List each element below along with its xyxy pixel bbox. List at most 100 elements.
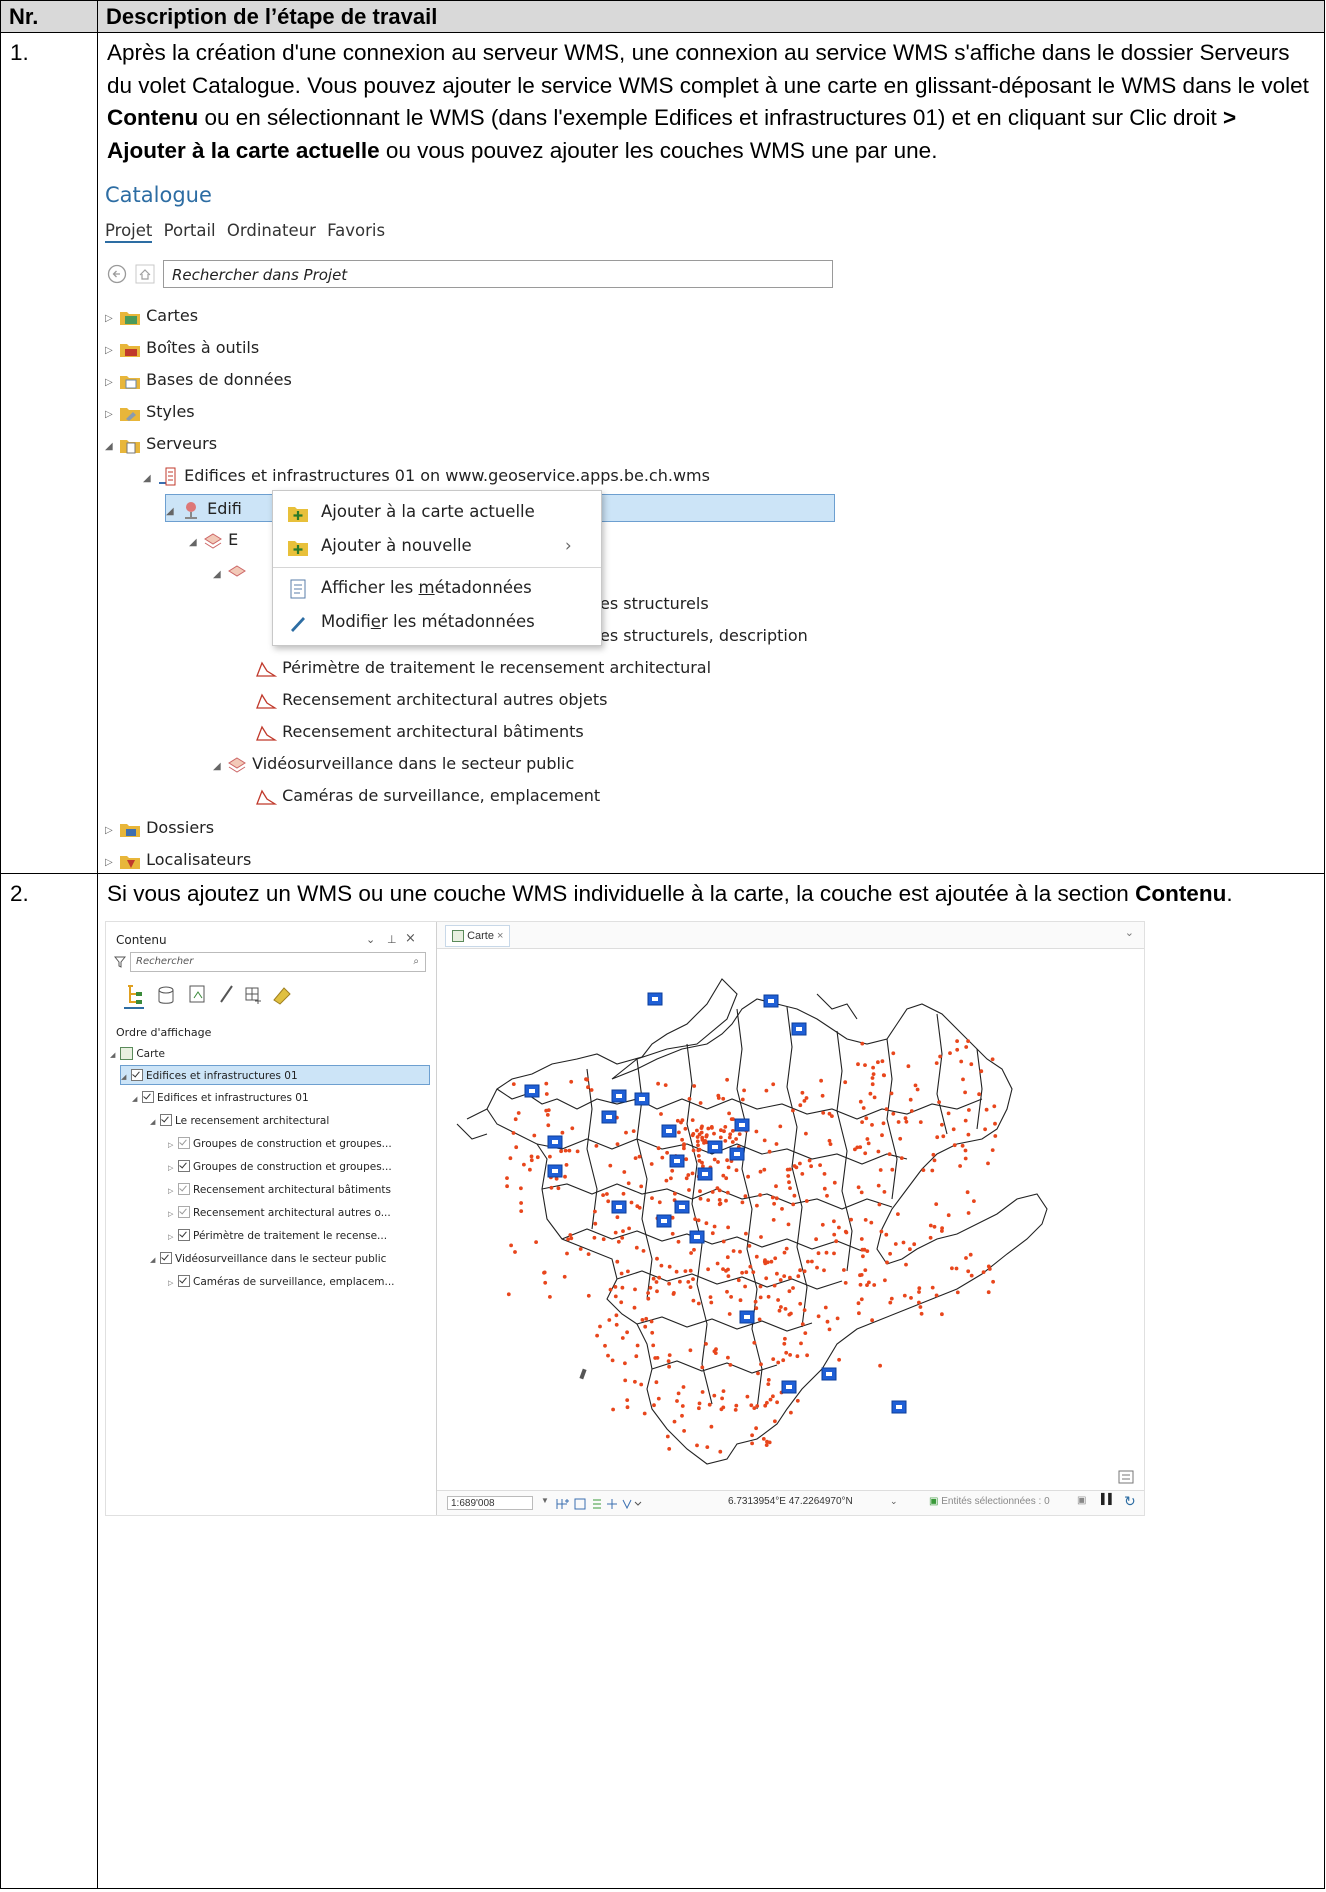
tab-ordinateur[interactable]: Ordinateur [227,221,316,240]
tree-item-wms-connection[interactable]: ◢ Edifices et infrastructures 01 on www.… [143,462,710,490]
tree-item-cameras[interactable]: Caméras de surveillance, emplacement [255,782,600,810]
layer-groupes-2[interactable]: ▷ Groupes de construction et groupes... [168,1157,392,1177]
expand-arrow-icon[interactable]: ▷ [168,1227,178,1247]
visibility-checkbox[interactable] [178,1182,190,1195]
layer-wms-sub[interactable]: ◢ Edifices et infrastructures 01 [132,1088,309,1108]
layer-groupes-1[interactable]: ▷ Groupes de construction et groupes... [168,1134,392,1154]
collapse-arrow-icon[interactable]: ◢ [189,529,203,557]
close-pane-icon[interactable]: × [405,929,416,949]
building-point [917,1285,922,1290]
filter-icon[interactable] [114,955,126,969]
menu-item-add-to-new[interactable]: Ajouter à nouvelle › [273,529,601,563]
building-point [724,1175,729,1180]
collapse-arrow-icon[interactable]: ◢ [166,498,180,526]
layer-cameras[interactable]: ▷ Caméras de surveillance, emplacem... [168,1272,395,1292]
layer-recensement[interactable]: ◢ Le recensement architectural [150,1111,329,1131]
expand-arrow-icon[interactable]: ▷ [168,1273,178,1293]
pane-options-icon[interactable]: ⌄ [366,930,375,950]
collapse-arrow-icon[interactable]: ◢ [213,561,227,589]
collapse-arrow-icon[interactable]: ◢ [132,1089,142,1109]
collapse-arrow-icon[interactable]: ◢ [105,433,119,461]
visibility-checkbox[interactable] [131,1068,143,1081]
step-content-cell: Si vous ajoutez un WMS ou une couche WMS… [97,873,1325,1889]
tree-item-databases[interactable]: ▷ Bases de données [105,366,292,394]
collapse-arrow-icon[interactable]: ◢ [150,1250,160,1270]
tree-item-autres-objets[interactable]: Recensement architectural autres objets [255,686,607,714]
catalogue-search-input[interactable]: Rechercher dans Projet [163,260,833,288]
layer-map[interactable]: ◢ Carte [110,1044,165,1064]
tree-item-styles[interactable]: ▷ Styles [105,398,195,426]
building-point [708,1294,713,1299]
back-icon[interactable] [107,264,127,284]
visibility-checkbox[interactable] [178,1136,190,1149]
tree-item-group[interactable]: ◢ [213,558,247,586]
contents-search-input[interactable]: Rechercher ⌕ [130,951,426,972]
map-overview-icon[interactable] [1118,1470,1134,1484]
menu-item-add-to-current-map[interactable]: Ajouter à la carte actuelle [273,495,601,529]
tree-item-batiments[interactable]: Recensement architectural bâtiments [255,718,584,746]
menu-item-view-metadata[interactable]: Afficher les métadonnées [273,571,601,605]
visibility-checkbox[interactable] [178,1205,190,1218]
visibility-checkbox[interactable] [160,1113,172,1126]
expand-arrow-icon[interactable]: ▷ [168,1204,178,1224]
building-point [878,1363,882,1368]
building-point [753,1299,758,1304]
tab-portail[interactable]: Portail [164,221,216,240]
refresh-selection-icon[interactable]: ▣ [1077,1495,1086,1506]
visibility-checkbox[interactable] [142,1090,154,1103]
pin-icon[interactable]: ⊥ [387,930,397,950]
scale-dropdown-icon[interactable]: ▼ [541,1496,549,1505]
map-view[interactable] [437,949,1144,1489]
visibility-checkbox[interactable] [178,1228,190,1241]
tree-item-dossiers[interactable]: ▷ Dossiers [105,814,214,842]
collapse-arrow-icon[interactable]: ◢ [143,465,157,493]
tree-item-layer-partial-1[interactable]: es structurels [600,590,709,618]
tree-item-sublayer[interactable]: ◢ E [189,526,238,554]
pause-drawing-icon[interactable]: ▌▌ [1101,1494,1115,1505]
layer-batiments[interactable]: ▷ Recensement architectural bâtiments [168,1180,391,1200]
visibility-checkbox[interactable] [178,1274,190,1287]
layer-wms-selected[interactable]: ◢ Edifices et infrastructures 01 [120,1064,430,1087]
expand-arrow-icon[interactable]: ▷ [105,337,119,365]
tab-projet[interactable]: Projet [105,221,153,243]
menu-item-edit-metadata[interactable]: Modifier les métadonnées [273,605,601,639]
collapse-arrow-icon[interactable]: ◢ [213,753,227,781]
tab-carte[interactable]: Carte × [445,924,511,947]
expand-arrow-icon[interactable]: ▷ [105,849,119,877]
visibility-checkbox[interactable] [160,1251,172,1264]
selected-features[interactable]: ▣ Entités sélectionnées : 0 [929,1496,1050,1507]
layer-autres-objets[interactable]: ▷ Recensement architectural autres o... [168,1203,391,1223]
expand-arrow-icon[interactable]: ▷ [168,1181,178,1201]
collapse-arrow-icon[interactable]: ◢ [121,1067,131,1087]
tree-item-toolboxes[interactable]: ▷ Boîtes à outils [105,334,259,362]
layer-perimetre[interactable]: ▷ Périmètre de traitement le recense... [168,1226,387,1246]
close-tab-icon[interactable]: × [497,930,503,942]
tab-list-chevron-icon[interactable]: ⌄ [1125,926,1134,939]
home-icon[interactable] [135,264,155,284]
collapse-arrow-icon[interactable]: ◢ [150,1112,160,1132]
building-point [860,1119,864,1124]
scale-input[interactable]: 1:689'008 [447,1495,533,1510]
expand-arrow-icon[interactable]: ▷ [168,1135,178,1155]
tree-item-serveurs[interactable]: ◢ Serveurs [105,430,217,458]
layer-video[interactable]: ◢ Vidéosurveillance dans le secteur publi… [150,1249,386,1269]
expand-arrow-icon[interactable]: ▷ [105,817,119,845]
coordinate-dropdown-icon[interactable]: ⌄ [890,1496,898,1507]
tree-item-layer-partial-2[interactable]: es structurels, description [600,622,808,650]
expand-arrow-icon[interactable]: ▷ [105,369,119,397]
tree-item-cartes[interactable]: ▷ Cartes [105,302,198,330]
tree-item-localisateurs[interactable]: ▷ Localisateurs [105,846,251,874]
tree-item-video[interactable]: ◢ Vidéosurveillance dans le secteur publ… [213,750,574,778]
building-point [601,1192,605,1197]
expand-arrow-icon[interactable]: ▷ [105,305,119,333]
expand-arrow-icon[interactable]: ▷ [105,401,119,429]
building-point [832,1180,837,1185]
building-point [528,1167,532,1172]
tree-item-perimetre[interactable]: Périmètre de traitement le recensement a… [255,654,711,682]
refresh-map-icon[interactable]: ↻ [1124,1493,1136,1510]
tab-favoris[interactable]: Favoris [327,221,385,240]
building-point [740,1097,745,1101]
expand-arrow-icon[interactable]: ▷ [168,1158,178,1178]
collapse-arrow-icon[interactable]: ◢ [110,1045,120,1065]
visibility-checkbox[interactable] [178,1159,190,1172]
